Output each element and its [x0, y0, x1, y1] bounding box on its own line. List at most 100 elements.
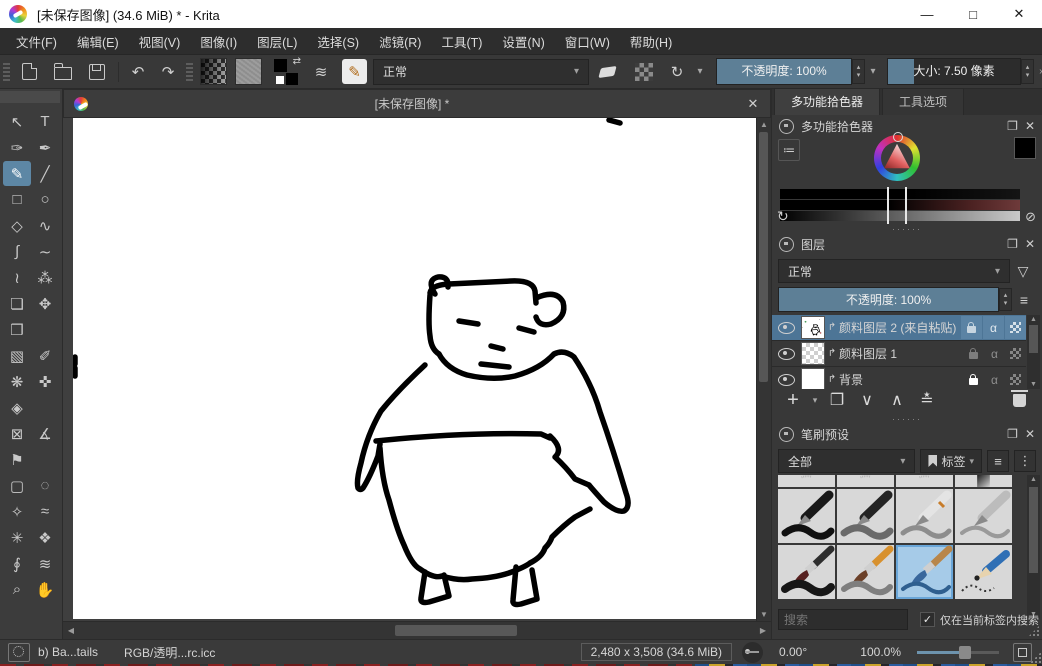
new-document-icon[interactable]: [22, 63, 37, 80]
menu-item-文件(F)[interactable]: 文件(F): [6, 32, 67, 51]
brush-preset-eraser[interactable]: [778, 475, 835, 487]
component-slider-handle[interactable]: [887, 187, 907, 224]
fill-tool[interactable]: ◈: [3, 395, 31, 420]
canvas-hscrollbar[interactable]: ◀ ▶: [63, 621, 771, 639]
scroll-right-icon[interactable]: ▶: [755, 626, 771, 635]
menu-item-视图(V)[interactable]: 视图(V): [129, 32, 191, 51]
hscroll-handle[interactable]: [395, 625, 517, 636]
zoom-slider[interactable]: [917, 651, 999, 654]
layer-visibility-icon[interactable]: [778, 322, 795, 334]
tab-advanced-color-selector[interactable]: 多功能拾色器: [774, 88, 880, 115]
fg-bg-color-swap[interactable]: ⇄: [273, 59, 299, 85]
docker-lock-icon[interactable]: [779, 119, 794, 134]
layer-blend-mode-dropdown[interactable]: 正常 ▾: [778, 259, 1010, 283]
color-wheel[interactable]: [874, 135, 920, 181]
scroll-down-icon[interactable]: ▼: [757, 610, 771, 619]
text-tool[interactable]: T: [31, 109, 59, 134]
menu-item-图像(I)[interactable]: 图像(I): [190, 32, 247, 51]
bezier-curve-tool[interactable]: ∫: [3, 239, 31, 264]
alpha-lock-icon[interactable]: α: [984, 368, 1005, 389]
layer-opacity-spinner[interactable]: ▴▾: [999, 288, 1012, 311]
freehand-path-tool[interactable]: ∼: [31, 239, 59, 264]
canvas-image[interactable]: [73, 118, 756, 619]
gradient-tool[interactable]: ▧: [3, 343, 31, 368]
scroll-up-icon[interactable]: ▲: [1027, 476, 1040, 483]
brush-tag-filter-dropdown[interactable]: 全部 ▾: [778, 449, 915, 473]
docker-lock-icon[interactable]: [779, 237, 794, 252]
pattern-edit-tool[interactable]: ❋: [3, 369, 31, 394]
canvas-viewport[interactable]: [63, 118, 756, 621]
zoom-slider-handle[interactable]: [959, 646, 971, 659]
presets-menu-button[interactable]: ≡: [987, 450, 1009, 472]
layer-visibility-icon[interactable]: [778, 348, 795, 360]
redo-icon[interactable]: ↷: [153, 63, 183, 81]
delete-layer-button[interactable]: [1013, 394, 1026, 407]
menu-item-滤镜(R)[interactable]: 滤镜(R): [369, 32, 431, 51]
reference-images-tool[interactable]: ⚑: [3, 447, 31, 472]
brush-preset-pen-silver[interactable]: [955, 489, 1012, 543]
menu-item-选择(S)[interactable]: 选择(S): [307, 32, 369, 51]
canvas-vscrollbar[interactable]: ▲ ▼: [756, 118, 771, 621]
transform-tool[interactable]: ❏: [3, 291, 31, 316]
menu-item-窗口(W)[interactable]: 窗口(W): [555, 32, 620, 51]
color-triangle[interactable]: [881, 142, 913, 174]
open-document-icon[interactable]: [54, 67, 72, 80]
blend-mode-dropdown[interactable]: 正常 ▾: [373, 59, 589, 85]
current-color-swatch[interactable]: [1014, 137, 1036, 159]
choose-brush-preset-icon[interactable]: ≋: [306, 63, 336, 81]
move-layer-up-button[interactable]: ∧: [884, 390, 910, 410]
color-picker-tool[interactable]: ✐: [31, 343, 59, 368]
smart-patch-tool[interactable]: ✜: [31, 369, 59, 394]
brush-scroll-handle[interactable]: [1029, 487, 1038, 573]
layer-row[interactable]: ↱颜料图层 2 (来自粘贴)α: [772, 315, 1026, 341]
reload-brush-icon[interactable]: ↻: [662, 63, 692, 81]
ellipse-tool[interactable]: ○: [31, 187, 59, 212]
inherit-alpha-icon[interactable]: [1005, 368, 1026, 389]
brush-preset-brush-dark[interactable]: [778, 545, 835, 599]
brush-preset-pencil-blue[interactable]: [955, 545, 1012, 599]
docker-lock-icon[interactable]: [779, 427, 794, 442]
zoom-tool[interactable]: ⌕: [3, 577, 31, 602]
layer-list-scrollbar[interactable]: ▲ ▼: [1027, 315, 1040, 389]
layer-lock-icon[interactable]: [963, 368, 984, 389]
layer-visibility-icon[interactable]: [778, 374, 795, 386]
toolbox-drag-handle[interactable]: [0, 91, 60, 103]
pan-tool[interactable]: ✋: [31, 577, 59, 602]
polyline-tool[interactable]: ∿: [31, 213, 59, 238]
selection-display-button[interactable]: [8, 643, 30, 662]
edit-shapes-tool[interactable]: ✑: [3, 135, 31, 160]
polygon-tool[interactable]: ◇: [3, 213, 31, 238]
color-history-icon[interactable]: ↻: [777, 208, 789, 225]
menu-item-帮助(H)[interactable]: 帮助(H): [620, 32, 682, 51]
freehand-brush-tool[interactable]: ✎: [3, 161, 31, 186]
freehand-select-tool[interactable]: ≈: [31, 499, 59, 524]
crop-tool[interactable]: ❒: [3, 317, 31, 342]
layer-filter-icon[interactable]: ▽: [1010, 263, 1036, 280]
subwindow-titlebar[interactable]: [未保存图像] * ✕: [63, 89, 771, 118]
gradient-swatch[interactable]: [200, 58, 227, 85]
layer-thumbnail[interactable]: [801, 368, 825, 389]
reload-dropdown-icon[interactable]: ▾: [692, 66, 708, 77]
measure-tool[interactable]: ∡: [31, 421, 59, 446]
scroll-up-icon[interactable]: ▲: [1027, 316, 1040, 323]
brush-preset-pen-white[interactable]: [896, 489, 953, 543]
brush-preset-smudge[interactable]: [955, 475, 1012, 487]
layer-style-icon[interactable]: [961, 316, 982, 339]
canvas-rotation-dial[interactable]: [742, 642, 763, 663]
brush-search-input[interactable]: [778, 609, 908, 630]
menu-item-设置(N)[interactable]: 设置(N): [492, 32, 554, 51]
color-component-sliders[interactable]: [780, 189, 1020, 222]
brush-size-slider[interactable]: 大小: 7.50 像素: [887, 58, 1021, 85]
docker-splitter[interactable]: ······: [772, 415, 1042, 423]
float-docker-icon[interactable]: ❐: [1007, 119, 1018, 133]
tag-button[interactable]: 标签 ▾: [920, 449, 982, 473]
dynamic-brush-tool[interactable]: ≀: [3, 265, 31, 290]
toolbar-grip-2[interactable]: [186, 63, 193, 81]
opacity-slider[interactable]: 不透明度: 100%: [716, 58, 852, 85]
brush-preset-pen-black[interactable]: [778, 489, 835, 543]
alpha-lock-icon[interactable]: α: [983, 316, 1004, 339]
move-tool[interactable]: ✥: [31, 291, 59, 316]
tab-tool-options[interactable]: 工具选项: [882, 88, 964, 115]
layer-thumbnail[interactable]: [801, 342, 825, 365]
magic-wand-select-tool[interactable]: ✳: [3, 525, 31, 550]
